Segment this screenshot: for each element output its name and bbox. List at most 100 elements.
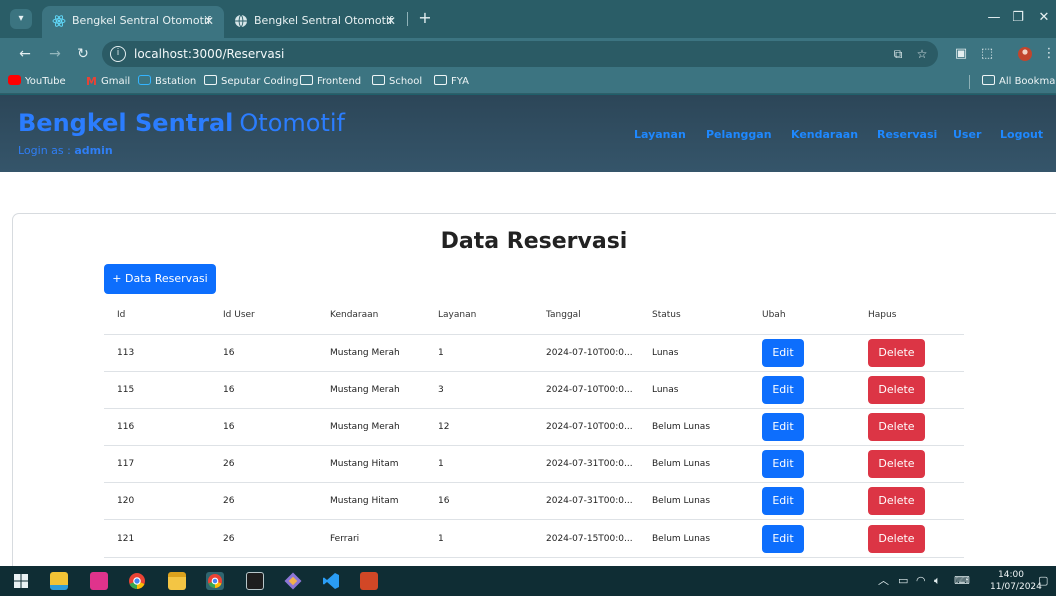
login-username: admin <box>74 144 113 157</box>
bookmark-fya[interactable]: FYA <box>434 70 469 94</box>
cell-layanan: 16 <box>438 496 450 506</box>
column-header-kendaraan: Kendaraan <box>330 310 379 320</box>
edit-button[interactable]: Edit <box>762 450 804 478</box>
all-bookmarks[interactable]: All Bookmarks <box>982 70 1056 94</box>
bookmark-gmail[interactable]: M Gmail <box>86 70 130 94</box>
folder-icon <box>434 75 447 85</box>
reload-icon[interactable]: ↻ <box>72 43 94 65</box>
cell-id: 115 <box>117 385 135 395</box>
edit-button[interactable]: Edit <box>762 487 804 515</box>
clock-date: 11/07/2024 <box>990 582 1042 592</box>
new-tab-button[interactable]: + <box>414 7 436 29</box>
cell-tanggal: 2024-07-31T00:0... <box>546 459 633 469</box>
table-divider <box>104 371 964 372</box>
bookmark-seputar-coding[interactable]: Seputar Coding <box>204 70 298 94</box>
edit-button[interactable]: Edit <box>762 413 804 441</box>
cell-kendaraan: Mustang Merah <box>330 422 400 432</box>
cell-kendaraan: Mustang Hitam <box>330 459 399 469</box>
wifi-icon[interactable]: ◠ <box>916 566 926 596</box>
cell-id: 120 <box>117 496 135 506</box>
cell-status: Belum Lunas <box>652 534 711 544</box>
chrome-active-icon[interactable] <box>206 572 224 590</box>
puzzle-icon[interactable]: ⬚ <box>976 43 998 65</box>
bookmark-frontend[interactable]: Frontend <box>300 70 361 94</box>
globe-icon <box>235 14 247 28</box>
bookmark-star-icon[interactable]: ☆ <box>912 45 932 63</box>
cell-layanan: 3 <box>438 385 444 395</box>
tab-title: Bengkel Sentral Otomotif <box>72 14 211 27</box>
terminal-icon[interactable] <box>246 572 264 590</box>
cast-icon[interactable]: ⧉ <box>888 45 908 63</box>
column-header-id-user: Id User <box>223 310 255 320</box>
keyboard-icon[interactable]: ⌨︎ <box>954 566 970 596</box>
tab-search-button[interactable]: ▾ <box>10 9 32 29</box>
brand-logo[interactable]: Bengkel Sentral Otomotif <box>18 109 345 137</box>
bookmark-school[interactable]: School <box>372 70 422 94</box>
nav-reservasi[interactable]: Reservasi <box>877 128 937 141</box>
powerpoint-icon[interactable] <box>360 572 378 590</box>
profile-avatar[interactable] <box>1014 43 1036 65</box>
delete-button[interactable]: Delete <box>868 339 925 367</box>
delete-button[interactable]: Delete <box>868 487 925 515</box>
extension-icon[interactable]: ▣ <box>950 43 972 65</box>
cell-id-user: 26 <box>223 534 235 544</box>
delete-button[interactable]: Delete <box>868 525 925 553</box>
add-reservasi-button[interactable]: + Data Reservasi <box>104 264 216 294</box>
nav-layanan[interactable]: Layanan <box>634 128 686 141</box>
browser-tab-inactive[interactable]: Bengkel Sentral Otomotif ✕ <box>224 6 406 38</box>
bookmark-youtube[interactable]: YouTube <box>8 70 66 94</box>
delete-button[interactable]: Delete <box>868 450 925 478</box>
notification-icon[interactable]: ▢ <box>1038 566 1048 596</box>
column-header-hapus: Hapus <box>868 310 897 320</box>
bstation-icon <box>138 75 151 85</box>
page-title: Data Reservasi <box>440 229 628 254</box>
chrome-icon[interactable] <box>128 572 146 590</box>
edit-button[interactable]: Edit <box>762 376 804 404</box>
tab-divider <box>407 12 408 26</box>
back-arrow-icon[interactable]: ← <box>14 43 36 65</box>
cell-id: 116 <box>117 422 135 432</box>
windows-taskbar: ︿ ▭ ◠ 🔈︎ ⌨︎ 14:00 11/07/2024 ▢ <box>0 566 1056 596</box>
forward-arrow-icon[interactable]: → <box>44 43 66 65</box>
file-explorer-icon[interactable] <box>168 572 186 590</box>
close-window-icon[interactable]: ✕ <box>1030 6 1056 30</box>
sticky-notes-icon[interactable] <box>50 572 68 590</box>
edit-button[interactable]: Edit <box>762 339 804 367</box>
cell-status: Belum Lunas <box>652 422 711 432</box>
address-url[interactable]: localhost:3000/Reservasi <box>134 41 284 67</box>
close-tab-icon[interactable]: ✕ <box>386 6 396 36</box>
bookmarks-bar: YouTube M Gmail Bstation Seputar Coding F… <box>0 70 1056 94</box>
edit-button[interactable]: Edit <box>762 525 804 553</box>
git-icon[interactable] <box>284 572 302 590</box>
column-header-status: Status <box>652 310 681 320</box>
cell-tanggal: 2024-07-31T00:0... <box>546 496 633 506</box>
cell-id: 113 <box>117 348 135 358</box>
close-tab-icon[interactable]: ✕ <box>204 6 214 36</box>
system-clock[interactable]: 14:00 11/07/2024 <box>990 569 1042 593</box>
nav-kendaraan[interactable]: Kendaraan <box>791 128 858 141</box>
nav-logout[interactable]: Logout <box>1000 128 1043 141</box>
bookmark-bstation[interactable]: Bstation <box>138 70 196 94</box>
site-info-icon[interactable]: i <box>110 46 126 62</box>
address-bar[interactable]: i localhost:3000/Reservasi ⧉ ☆ <box>102 41 938 67</box>
cell-id: 117 <box>117 459 135 469</box>
windows-start-icon[interactable] <box>12 572 30 590</box>
chevron-down-icon: ▾ <box>18 13 24 24</box>
nav-pelanggan[interactable]: Pelanggan <box>706 128 772 141</box>
restore-icon[interactable]: ❐ <box>1004 6 1032 30</box>
volume-icon[interactable]: 🔈︎ <box>934 566 941 596</box>
delete-button[interactable]: Delete <box>868 413 925 441</box>
battery-icon[interactable]: ▭ <box>898 566 908 596</box>
cell-id-user: 26 <box>223 459 235 469</box>
cell-tanggal: 2024-07-10T00:0... <box>546 385 633 395</box>
cell-id-user: 26 <box>223 496 235 506</box>
table-divider <box>104 408 964 409</box>
menu-kebab-icon[interactable]: ⋮ <box>1038 43 1056 65</box>
nav-user[interactable]: User <box>953 128 981 141</box>
office-app-icon[interactable] <box>90 572 108 590</box>
vscode-icon[interactable] <box>322 572 340 590</box>
delete-button[interactable]: Delete <box>868 376 925 404</box>
browser-tab-active[interactable]: Bengkel Sentral Otomotif ✕ <box>42 6 224 38</box>
cell-layanan: 12 <box>438 422 450 432</box>
chevron-up-icon[interactable]: ︿ <box>878 566 889 596</box>
